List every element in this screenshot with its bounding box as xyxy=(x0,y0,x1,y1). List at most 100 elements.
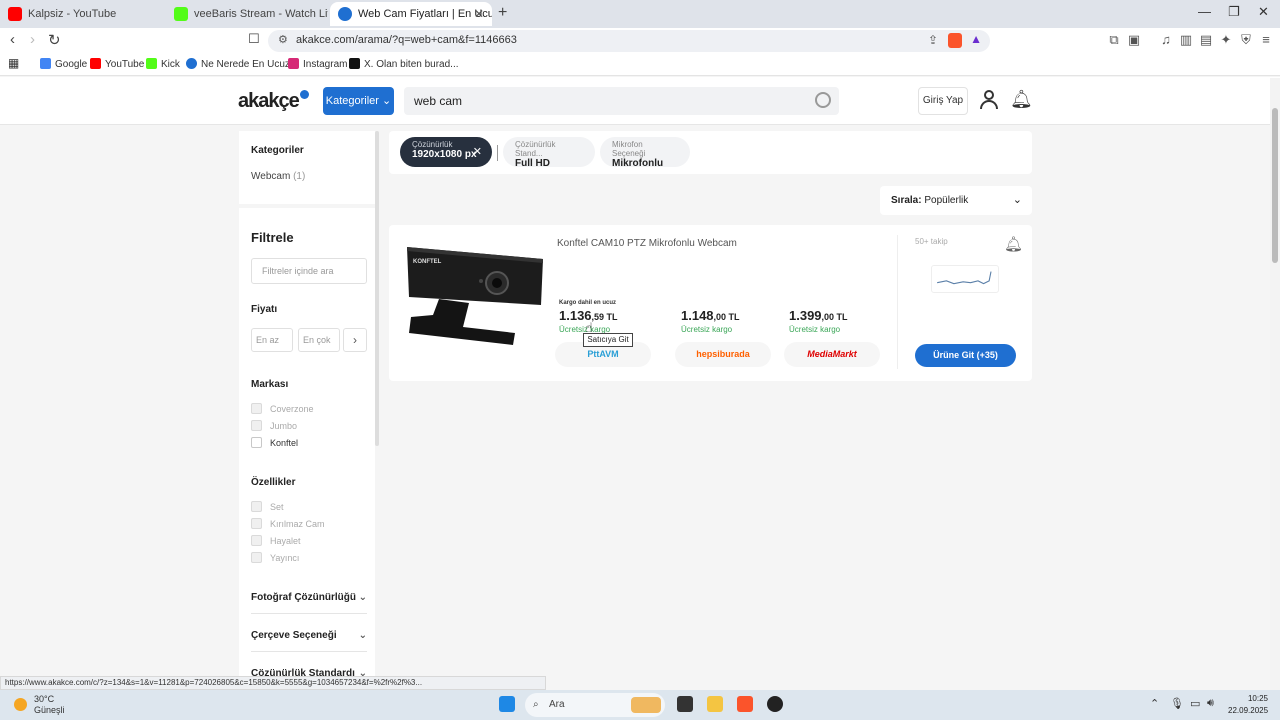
task-view-icon[interactable] xyxy=(677,696,693,712)
volume-icon[interactable]: 🔊︎ xyxy=(1207,697,1214,710)
logo-text: akakçe xyxy=(238,90,300,112)
search-icon[interactable] xyxy=(815,92,831,108)
taskbar-search[interactable]: ⌕ Ara xyxy=(525,693,665,717)
feature-checkbox-hayalet[interactable] xyxy=(251,535,262,546)
url-text: akakce.com/arama/?q=web+cam&f=1146663 xyxy=(296,34,517,46)
merchant-hepsiburada[interactable]: hepsiburada xyxy=(675,342,771,367)
sidebar-scrollbar[interactable] xyxy=(375,131,379,446)
maximize-icon[interactable]: ❐ xyxy=(1228,4,1240,20)
tab-title: Kalpsiz - YouTube xyxy=(28,8,117,20)
merchant-mediamarkt[interactable]: MediaMarkt xyxy=(784,342,880,367)
file-explorer-icon[interactable] xyxy=(707,696,723,712)
category-label: Webcam xyxy=(251,171,291,182)
category-webcam[interactable]: Webcam (1) xyxy=(251,171,305,182)
filter-chip-microphone[interactable]: Mikrofon Seçeneği Mikrofonlu xyxy=(600,137,690,169)
shipping-info: Ücretsiz kargo xyxy=(789,325,841,334)
offer-2[interactable]: 1.148,00 TL Ücretsiz kargo xyxy=(681,300,789,334)
login-button[interactable]: Giriş Yap xyxy=(918,87,968,115)
search-value: web cam xyxy=(414,94,463,108)
price-max-input[interactable]: En çok xyxy=(298,328,340,352)
go-to-product-button[interactable]: Ürüne Git (+35) xyxy=(915,344,1016,367)
bookmark-instagram[interactable]: Instagram xyxy=(288,58,347,70)
bookmark-youtube[interactable]: YouTube xyxy=(90,58,144,70)
tab-kick[interactable]: veeBaris Stream - Watch Live on Kick xyxy=(166,2,328,26)
address-bar-row: ‹ › ↻ ☐ ⚙ akakce.com/arama/?q=web+cam&f=… xyxy=(0,28,1280,54)
site-settings-icon[interactable]: ⚙ xyxy=(278,33,288,46)
bookmark-label: Instagram xyxy=(303,59,348,70)
hand-cursor-icon: ☝ xyxy=(585,320,593,335)
ai-icon[interactable]: ✦ xyxy=(1219,33,1233,47)
feature-label: Kırılmaz Cam xyxy=(270,519,325,529)
akakce-logo[interactable]: akakçe xyxy=(238,90,309,113)
app-icon[interactable] xyxy=(767,696,783,712)
price-apply-button[interactable]: › xyxy=(343,328,367,352)
microphone-icon[interactable]: 🎙︎ xyxy=(1170,697,1184,710)
tray-chevron-icon[interactable]: ⌃ xyxy=(1150,697,1159,710)
minimize-icon[interactable]: — xyxy=(1198,4,1211,19)
filters-panel: Filtrele Filtreler içinde ara Fiyatı En … xyxy=(239,208,375,690)
feature-checkbox-kirilmaz[interactable] xyxy=(251,518,262,529)
clock[interactable]: 10:25 22.09.2025 xyxy=(1228,693,1268,717)
filter-photo-resolution[interactable]: Fotoğraf Çözünürlüğü ⌄ xyxy=(251,592,367,614)
filter-search-input[interactable]: Filtreler içinde ara xyxy=(251,258,367,284)
search-input[interactable]: web cam xyxy=(404,87,839,115)
brand-checkbox-jumbo[interactable] xyxy=(251,420,262,431)
brand-label: Coverzone xyxy=(270,404,314,414)
bookmark-icon[interactable]: ☐ xyxy=(248,31,260,47)
feature-checkbox-set[interactable] xyxy=(251,501,262,512)
brand-checkbox-coverzone[interactable] xyxy=(251,403,262,414)
music-icon[interactable]: ♫ xyxy=(1159,33,1173,47)
tab-akakce[interactable]: Web Cam Fiyatları | En Ucuzu Ak ✕ xyxy=(330,2,492,26)
menu-icon[interactable]: ≡ xyxy=(1259,33,1273,47)
akakce-icon xyxy=(186,58,197,69)
sidebar-icon[interactable]: ▥ xyxy=(1179,33,1193,47)
new-tab-icon[interactable]: + xyxy=(498,4,507,22)
wallet-icon[interactable]: ▤ xyxy=(1199,33,1213,47)
windows-start-icon[interactable] xyxy=(499,696,515,712)
brand-label: Konftel xyxy=(270,438,299,448)
close-window-icon[interactable]: ✕ xyxy=(1258,4,1269,20)
offer-3[interactable]: 1.399,00 TL Ücretsiz kargo xyxy=(789,300,897,334)
notification-bell-icon[interactable]: 🔔︎ xyxy=(1010,89,1033,110)
reload-icon[interactable]: ↻ xyxy=(48,31,61,49)
page-scrollbar[interactable] xyxy=(1270,78,1280,690)
remove-filter-icon[interactable]: ✕ xyxy=(473,145,482,158)
user-icon[interactable] xyxy=(980,90,998,110)
close-tab-icon[interactable]: ✕ xyxy=(474,2,484,26)
sort-dropdown[interactable]: Sırala: Popülerlik ⌄ xyxy=(880,186,1032,215)
forward-icon[interactable]: › xyxy=(30,31,35,48)
product-card[interactable]: KONFTEL Konftel CAM10 PTZ Mikrofonlu Web… xyxy=(389,225,1032,381)
brave-shield-icon[interactable] xyxy=(948,33,962,48)
back-icon[interactable]: ‹ xyxy=(10,31,15,48)
product-title[interactable]: Konftel CAM10 PTZ Mikrofonlu Webcam xyxy=(557,238,737,249)
bookmark-google[interactable]: Google xyxy=(40,58,87,70)
apps-icon[interactable]: ▦ xyxy=(8,56,19,70)
filter-frame-option[interactable]: Çerçeve Seçeneği ⌄ xyxy=(251,630,367,652)
brave-rewards-icon[interactable]: ▲ xyxy=(970,32,982,46)
tab-youtube[interactable]: Kalpsiz - YouTube xyxy=(0,2,165,26)
extensions-icon[interactable]: ⧉ xyxy=(1107,33,1121,47)
screenshot-icon[interactable]: ▣ xyxy=(1127,33,1141,47)
vpn-icon[interactable]: ⛨ xyxy=(1239,33,1253,47)
bookmark-kick[interactable]: Kick xyxy=(146,58,180,70)
product-image[interactable]: KONFTEL xyxy=(403,241,545,351)
temperature: 30°C xyxy=(34,694,55,704)
display-icon[interactable]: ▭ xyxy=(1190,697,1200,710)
bookmark-akakce[interactable]: Ne Nerede En Ucuz... xyxy=(186,58,298,70)
brand-checkbox-konftel[interactable] xyxy=(251,437,262,448)
price-alert-bell-icon[interactable]: 🔔︎ xyxy=(1004,235,1023,253)
brave-browser-icon[interactable] xyxy=(737,696,753,712)
filter-chip-resolution[interactable]: Çözünürlük 1920x1080 px ✕ xyxy=(400,137,492,167)
categories-button[interactable]: Kategoriler ⌄ xyxy=(323,87,394,115)
tab-title: veeBaris Stream - Watch Live on Kick xyxy=(194,8,328,20)
filter-chip-resolution-standard[interactable]: Çözünürlük Stand... Full HD xyxy=(503,137,595,169)
offer-spacer xyxy=(681,300,789,308)
feature-checkbox-yayinci[interactable] xyxy=(251,552,262,563)
bookmark-x[interactable]: X. Olan biten burad... xyxy=(349,58,459,70)
price-history-chart[interactable] xyxy=(931,265,999,293)
url-field[interactable]: ⚙ akakce.com/arama/?q=web+cam&f=1146663 … xyxy=(268,30,990,52)
offer-1[interactable]: Kargo dahil en ucuz 1.136,59 TL Ücretsiz… xyxy=(559,300,667,334)
price-min-input[interactable]: En az xyxy=(251,328,293,352)
share-icon[interactable]: ⇪ xyxy=(928,33,938,47)
scrollbar-thumb[interactable] xyxy=(1272,108,1278,263)
